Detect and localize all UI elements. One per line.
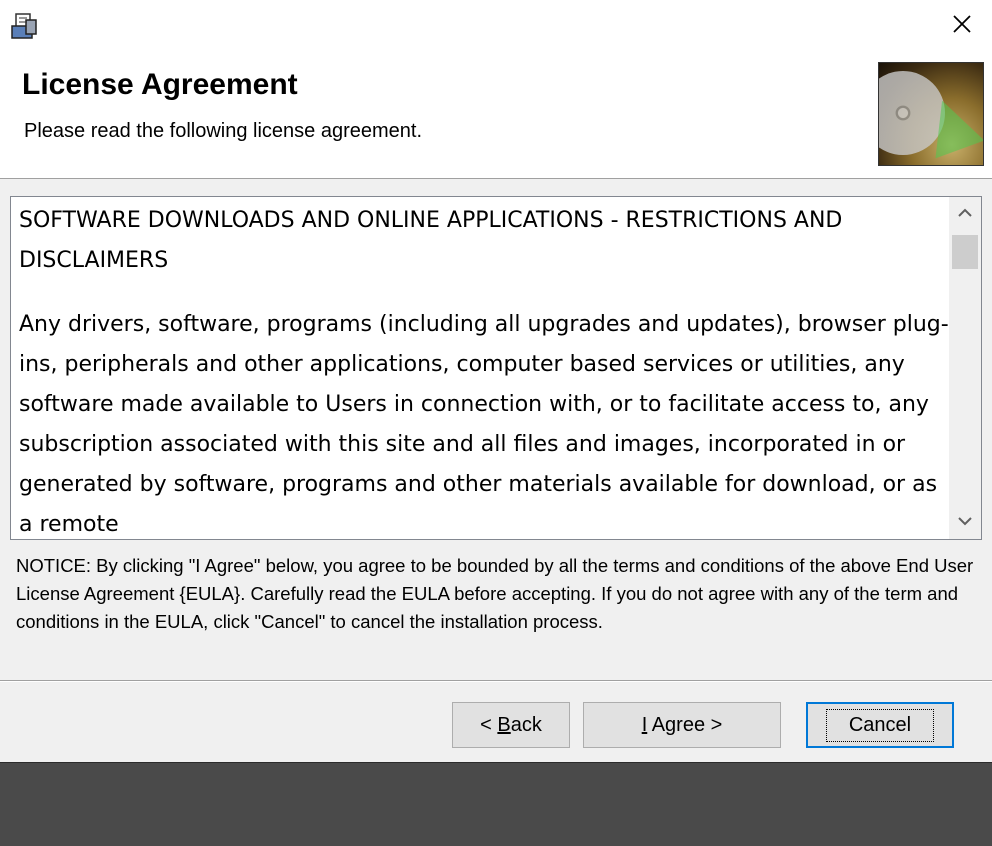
license-paragraph: Any drivers, software, programs (includi…	[19, 312, 949, 537]
disc-graphic	[878, 62, 984, 166]
chevron-up-icon	[958, 205, 972, 223]
back-button[interactable]: < Back	[452, 702, 570, 748]
cancel-button-label: Cancel	[825, 708, 935, 742]
license-text: SOFTWARE DOWNLOADS AND ONLINE APPLICATIO…	[19, 201, 949, 539]
license-text-box[interactable]: SOFTWARE DOWNLOADS AND ONLINE APPLICATIO…	[10, 196, 982, 540]
close-icon	[952, 14, 972, 39]
scroll-up-button[interactable]	[949, 197, 981, 231]
divider	[0, 680, 992, 682]
installer-icon	[10, 12, 40, 42]
license-heading: SOFTWARE DOWNLOADS AND ONLINE APPLICATIO…	[19, 208, 843, 273]
scroll-thumb[interactable]	[952, 235, 978, 269]
notice-text: NOTICE: By clicking "I Agree" below, you…	[16, 555, 974, 632]
chevron-down-icon	[958, 513, 972, 531]
page-subtitle: Please read the following license agreem…	[24, 120, 423, 142]
title-bar	[0, 0, 992, 50]
license-dialog: License Agreement Please read the follow…	[0, 0, 992, 763]
scroll-down-button[interactable]	[949, 505, 981, 539]
cancel-button[interactable]: Cancel	[806, 702, 954, 748]
agree-button-label: I Agree >	[641, 713, 723, 736]
close-button[interactable]	[946, 10, 978, 42]
vertical-scrollbar[interactable]	[949, 197, 981, 539]
header-panel: License Agreement Please read the follow…	[0, 50, 992, 179]
page-title: License Agreement	[22, 68, 298, 101]
back-button-label: < Back	[480, 713, 542, 736]
agree-button[interactable]: I Agree >	[583, 702, 781, 748]
